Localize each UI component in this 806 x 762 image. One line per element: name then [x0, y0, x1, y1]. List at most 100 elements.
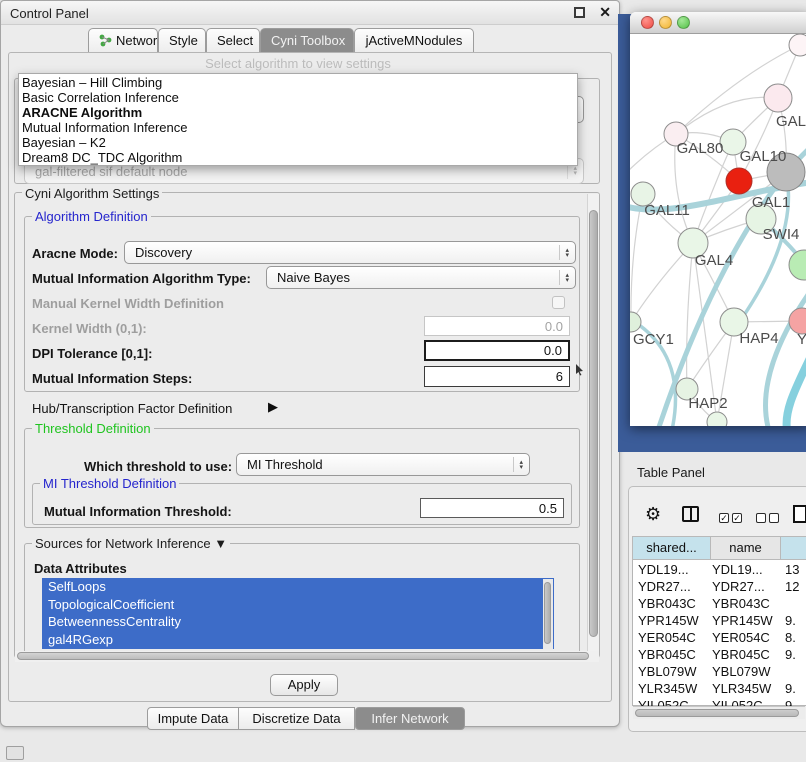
node-gal2[interactable]	[764, 84, 792, 112]
node-green-right[interactable]	[789, 250, 806, 280]
algorithm-option[interactable]: Bayesian – Hill Climbing	[19, 75, 577, 90]
zoom-window-icon[interactable]	[677, 16, 690, 29]
kernel-width-field: 0.0	[424, 316, 570, 336]
node-label: GAL	[776, 113, 806, 130]
column-header-partial[interactable]	[780, 536, 806, 560]
close-panel-icon[interactable]: ✕	[599, 4, 611, 21]
tab-select-label: Select	[217, 33, 253, 48]
mi-type-value: Naive Bayes	[277, 270, 350, 285]
select-all-checks-icon[interactable]: ✓✓	[719, 509, 742, 527]
mi-threshold-label: Mutual Information Threshold:	[44, 504, 232, 519]
column-header-shared-name[interactable]: shared...	[632, 536, 711, 560]
tab-infer-network[interactable]: Infer Network	[355, 707, 465, 730]
horizontal-scrollbar-thumb[interactable]	[17, 652, 589, 660]
algorithm-option[interactable]: Basic Correlation Inference	[19, 90, 577, 105]
mi-threshold-field[interactable]: 0.5	[420, 498, 564, 518]
attribute-item[interactable]: BetweennessCentrality	[42, 613, 554, 631]
aracne-mode-combo[interactable]: Discovery ▴▾	[124, 241, 576, 264]
table-horizontal-scrollbar-thumb[interactable]	[635, 709, 799, 717]
node-label: SWI4	[763, 226, 800, 243]
control-panel-title: Control Panel	[10, 6, 89, 21]
node-label: GAL11	[644, 202, 690, 219]
cyni-settings-group-label: Cyni Algorithm Settings	[22, 186, 162, 201]
settings-scrollbar-thumb[interactable]	[589, 210, 598, 637]
table-rows: YDL19...YDL19...13 YDR27...YDR27...12 YB…	[633, 561, 805, 706]
tab-network-label: Network	[116, 33, 164, 48]
node-partial-top[interactable]	[789, 34, 806, 56]
tab-jactivemnodules-label: jActiveMNodules	[366, 33, 463, 48]
attributes-scrollbar-thumb[interactable]	[544, 582, 551, 644]
dpi-tolerance-label: DPI Tolerance [0,1]:	[32, 346, 152, 361]
apply-button[interactable]: Apply	[270, 674, 338, 696]
attribute-item[interactable]: gal4RGexp	[42, 631, 554, 649]
node-label: GAL4	[695, 252, 733, 269]
network-labels: GAL GAL80 GAL10 GAL1 GAL11 SWI4 GAL4 GCY…	[633, 113, 806, 412]
network-icon	[99, 31, 112, 44]
attributes-scrollbar[interactable]	[543, 579, 553, 649]
table-panel-title: Table Panel	[637, 465, 705, 480]
sources-collapse-arrow-icon[interactable]: ▼	[214, 536, 227, 551]
node-partial-bottom[interactable]	[707, 412, 727, 426]
data-attributes-list[interactable]: SelfLoops TopologicalCoefficient Between…	[42, 578, 554, 649]
network-window-titlebar	[630, 12, 806, 34]
data-attributes-label: Data Attributes	[34, 561, 127, 576]
sources-title: Sources for Network Inference	[35, 536, 211, 551]
settings-scrollbar[interactable]	[587, 194, 599, 656]
manual-kernel-checkbox[interactable]	[552, 296, 565, 309]
which-threshold-combo[interactable]: MI Threshold ▴▾	[236, 453, 530, 476]
node-label: GAL80	[677, 140, 724, 157]
which-threshold-value: MI Threshold	[247, 457, 323, 472]
node-gal1-red[interactable]	[726, 168, 752, 194]
screen: Control Panel ✕ Network Style Select Cyn…	[0, 0, 806, 762]
tab-select[interactable]: Select	[206, 28, 260, 52]
hub-definition-label: Hub/Transcription Factor Definition	[32, 401, 232, 416]
network-window: GAL GAL80 GAL10 GAL1 GAL11 SWI4 GAL4 GCY…	[630, 12, 806, 426]
minimize-panel-button[interactable]	[6, 746, 24, 760]
combo-spinner-icon: ▴▾	[513, 457, 523, 472]
tab-style[interactable]: Style	[158, 28, 206, 52]
hub-expand-arrow-icon[interactable]: ▶	[268, 399, 278, 415]
node-gcy1[interactable]	[630, 312, 641, 332]
minimize-window-icon[interactable]	[659, 16, 672, 29]
combo-spinner-icon: ▴▾	[559, 270, 569, 285]
node-label: GAL10	[740, 148, 787, 165]
mi-steps-field[interactable]: 6	[424, 366, 570, 387]
network-canvas[interactable]: GAL GAL80 GAL10 GAL1 GAL11 SWI4 GAL4 GCY…	[630, 34, 806, 426]
attribute-item[interactable]: SelfLoops	[42, 578, 554, 596]
manual-kernel-label: Manual Kernel Width Definition	[32, 296, 224, 311]
close-window-icon[interactable]	[641, 16, 654, 29]
node-label: HAP2	[688, 395, 727, 412]
dpi-tolerance-field[interactable]: 0.0	[424, 340, 570, 361]
float-panel-icon[interactable]	[574, 7, 585, 18]
algorithm-hint-text: Select algorithm to view settings	[18, 56, 578, 71]
tab-impute-data[interactable]: Impute Data	[147, 707, 239, 730]
node-label: GCY1	[633, 331, 674, 348]
table-horizontal-scrollbar[interactable]	[633, 706, 805, 719]
algorithm-definition-label: Algorithm Definition	[32, 209, 151, 224]
algorithm-option[interactable]: Dream8 DC_TDC Algorithm	[19, 150, 577, 165]
threshold-definition-label: Threshold Definition	[32, 421, 154, 436]
algorithm-option-selected[interactable]: ARACNE Algorithm	[19, 105, 577, 120]
algorithm-dropdown-popup: Bayesian – Hill Climbing Basic Correlati…	[18, 73, 578, 166]
mi-type-combo[interactable]: Naive Bayes ▴▾	[266, 266, 576, 289]
combo-spinner-icon: ▴▾	[559, 245, 569, 260]
deselect-all-checks-icon[interactable]	[756, 509, 779, 527]
tab-jactivemnodules[interactable]: jActiveMNodules	[354, 28, 474, 52]
gear-icon[interactable]: ⚙	[645, 504, 661, 525]
tab-cyni-toolbox[interactable]: Cyni Toolbox	[260, 28, 354, 52]
node-label: GAL1	[752, 194, 790, 211]
document-icon[interactable]	[793, 505, 806, 523]
aracne-mode-label: Aracne Mode:	[32, 246, 118, 261]
algorithm-option[interactable]: Bayesian – K2	[19, 135, 577, 150]
tab-discretize-data[interactable]: Discretize Data	[239, 707, 355, 730]
column-header-name[interactable]: name	[710, 536, 781, 560]
mi-threshold-group-label: MI Threshold Definition	[40, 476, 179, 491]
node-label: HAP4	[739, 330, 778, 347]
sources-group-label: Sources for Network Inference ▼	[32, 536, 230, 551]
horizontal-scrollbar[interactable]	[15, 651, 599, 662]
split-columns-icon[interactable]	[682, 506, 699, 522]
tab-network[interactable]: Network	[88, 28, 158, 52]
attribute-item[interactable]: TopologicalCoefficient	[42, 596, 554, 614]
algorithm-option[interactable]: Mutual Information Inference	[19, 120, 577, 135]
kernel-width-label: Kernel Width (0,1):	[32, 321, 147, 336]
